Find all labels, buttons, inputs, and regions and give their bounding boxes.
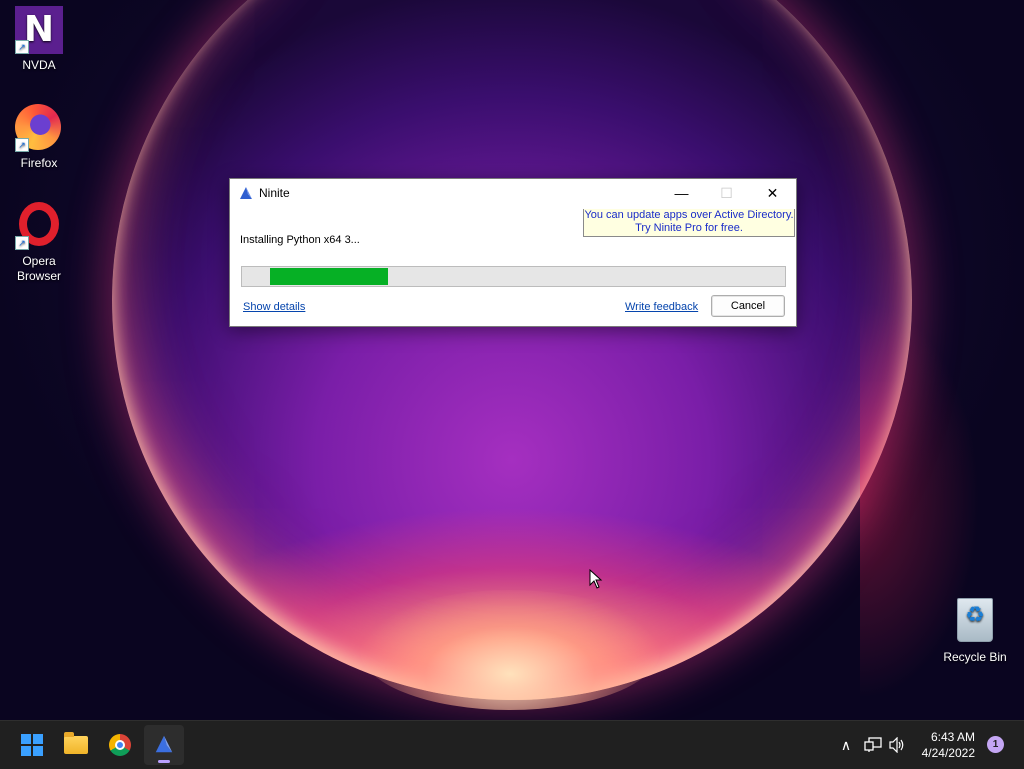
active-indicator	[158, 760, 170, 763]
dialog-title: Ninite	[259, 186, 290, 200]
start-button[interactable]	[12, 725, 52, 765]
close-button[interactable]: ✕	[750, 179, 795, 207]
ninite-app-icon	[240, 187, 252, 199]
ninite-pro-promo[interactable]: You can update apps over Active Director…	[583, 209, 795, 237]
taskbar: ∧ 6:43 AM 4/24/2022 1	[0, 720, 1024, 769]
shortcut-arrow-icon: ↗	[15, 236, 29, 250]
opera-icon: ↗	[15, 202, 63, 250]
desktop-icon-label: Firefox	[20, 156, 58, 170]
ninite-icon	[155, 735, 173, 753]
chrome-icon	[109, 734, 131, 756]
network-icon[interactable]	[864, 737, 882, 753]
desktop-icon-recycle-bin[interactable]: Recycle Bin	[937, 598, 1013, 665]
clock-date: 4/24/2022	[921, 746, 975, 760]
desktop-icon-firefox[interactable]: ↗ Firefox	[1, 104, 77, 171]
clock-time: 6:43 AM	[930, 730, 975, 744]
file-explorer-icon	[64, 732, 88, 754]
dialog-titlebar[interactable]: Ninite — ☐ ✕	[230, 179, 796, 207]
chrome-button[interactable]	[100, 725, 140, 765]
cancel-button[interactable]: Cancel	[711, 295, 785, 317]
recycle-bin-logo	[957, 598, 993, 642]
show-hidden-icons-button[interactable]: ∧	[836, 721, 856, 769]
shortcut-arrow-icon: ↗	[15, 40, 29, 54]
install-status-text: Installing Python x64 3...	[240, 234, 360, 246]
desktop-icon-label: Opera Browser	[16, 254, 61, 283]
promo-line-1: You can update apps over Active Director…	[584, 209, 794, 221]
show-details-link[interactable]: Show details	[243, 301, 305, 313]
nvda-icon: N ↗	[15, 6, 63, 54]
start-icon	[21, 734, 43, 756]
mouse-cursor-icon	[589, 569, 603, 589]
wallpaper-orb-glow	[360, 590, 660, 710]
install-progress-bar	[241, 266, 786, 287]
minimize-button[interactable]: —	[659, 179, 704, 207]
desktop-icon-label: NVDA	[22, 58, 56, 72]
ninite-taskbar-button[interactable]	[144, 725, 184, 765]
firefox-icon: ↗	[15, 104, 63, 152]
system-clock[interactable]: 6:43 AM 4/24/2022	[905, 729, 975, 761]
notification-badge[interactable]: 1	[987, 736, 1004, 753]
desktop-wallpaper	[0, 0, 1024, 720]
recycle-bin-icon	[951, 598, 999, 646]
file-explorer-button[interactable]	[56, 725, 96, 765]
shortcut-arrow-icon: ↗	[15, 138, 29, 152]
progress-fill	[270, 268, 388, 285]
desktop-icon-label: Recycle Bin	[943, 650, 1007, 664]
desktop-icon-nvda[interactable]: N ↗ NVDA	[1, 6, 77, 73]
desktop-icon-opera[interactable]: ↗ Opera Browser	[1, 202, 77, 284]
write-feedback-link[interactable]: Write feedback	[625, 301, 698, 313]
promo-line-2: Try Ninite Pro for free.	[635, 222, 743, 234]
maximize-button: ☐	[720, 185, 733, 201]
ninite-dialog: Ninite — ☐ ✕ You can update apps over Ac…	[229, 178, 797, 327]
